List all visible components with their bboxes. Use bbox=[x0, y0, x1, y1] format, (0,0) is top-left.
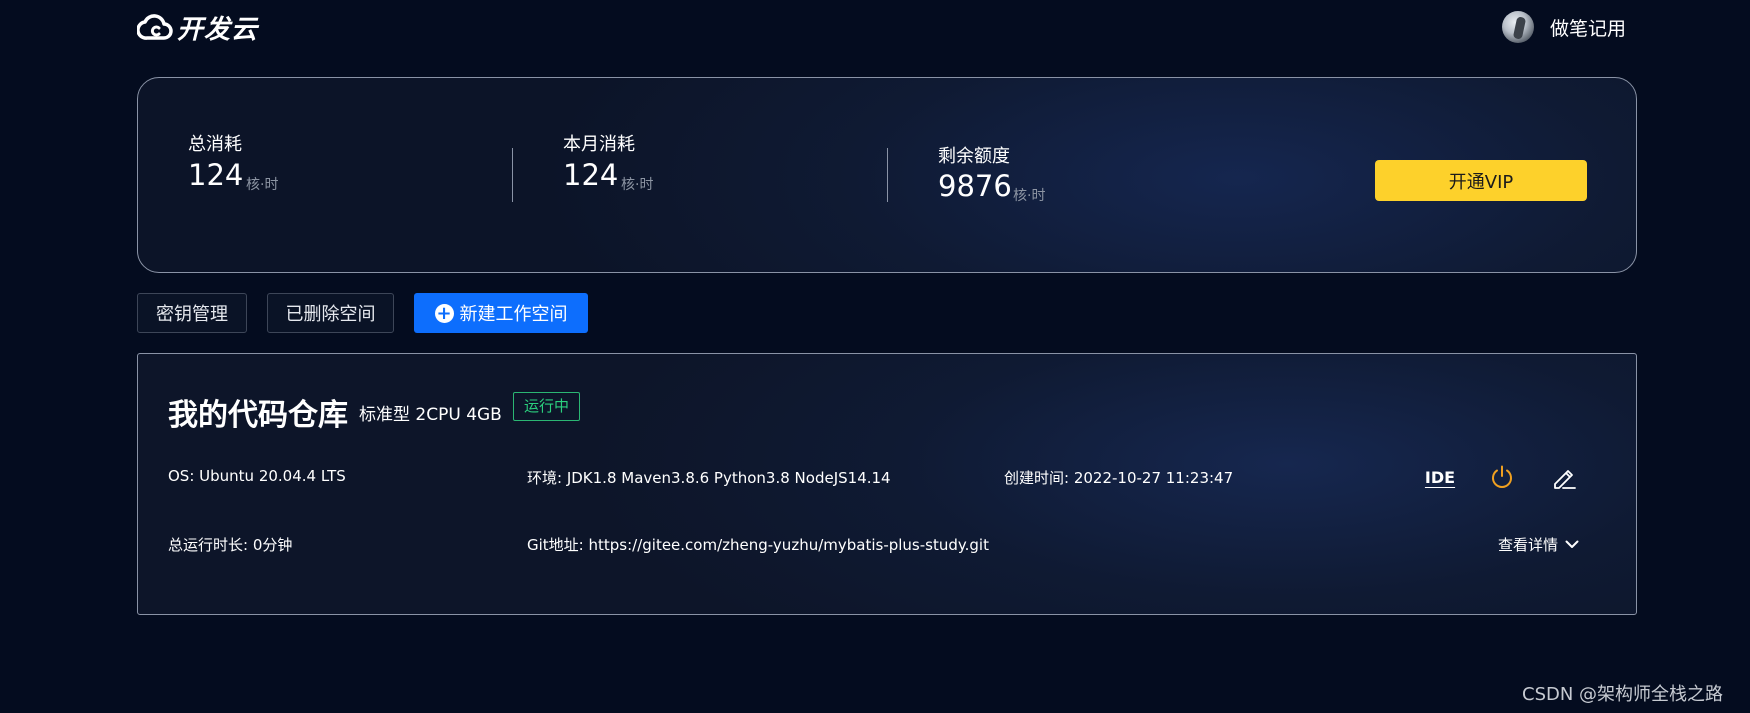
workspace-created-time: 创建时间: 2022-10-27 11:23:47 bbox=[1004, 469, 1234, 487]
new-workspace-label: 新建工作空间 bbox=[459, 304, 568, 325]
stat-value: 9876 bbox=[938, 169, 1012, 203]
divider bbox=[887, 148, 888, 202]
stat-month-consumption: 本月消耗 124 核·时 bbox=[563, 78, 863, 274]
stat-remaining-quota: 剩余额度 9876 核·时 bbox=[938, 78, 1238, 274]
user-menu[interactable]: 做笔记用 bbox=[1502, 11, 1626, 43]
stat-label: 剩余额度 bbox=[938, 146, 1010, 167]
stat-unit: 核·时 bbox=[1013, 188, 1046, 204]
new-workspace-button[interactable]: + 新建工作空间 bbox=[414, 293, 588, 333]
workspace-os: OS: Ubuntu 20.04.4 LTS bbox=[168, 467, 346, 485]
watermark: CSDN @架构师全栈之路 bbox=[1522, 684, 1724, 705]
power-icon bbox=[1492, 465, 1512, 488]
stat-unit: 核·时 bbox=[621, 177, 654, 193]
stat-total-consumption: 总消耗 124 核·时 bbox=[188, 78, 488, 274]
stat-label: 本月消耗 bbox=[563, 134, 635, 155]
workspace-name: 我的代码仓库 bbox=[168, 398, 348, 433]
open-vip-button[interactable]: 开通VIP bbox=[1375, 160, 1587, 201]
ide-button[interactable]: IDE bbox=[1425, 463, 1455, 491]
user-name: 做笔记用 bbox=[1550, 17, 1627, 40]
stat-value: 124 bbox=[563, 158, 619, 192]
view-details-label: 查看详情 bbox=[1498, 535, 1559, 554]
avatar[interactable] bbox=[1502, 11, 1534, 43]
workspace-card: 我的代码仓库 标准型 2CPU 4GB 运行中 OS: Ubuntu 20.04… bbox=[137, 353, 1637, 615]
deleted-spaces-button[interactable]: 已删除空间 bbox=[267, 293, 394, 333]
power-button[interactable] bbox=[1488, 463, 1516, 491]
page: 开发云 做笔记用 总消耗 124 核·时 本月消耗 124 核·时 剩余额度 9… bbox=[0, 0, 1750, 713]
view-details-link[interactable]: 查看详情 bbox=[1498, 532, 1580, 556]
stat-label: 总消耗 bbox=[188, 134, 242, 155]
stat-unit: 核·时 bbox=[246, 177, 279, 193]
cloud-icon bbox=[137, 14, 173, 40]
workspace-env: 环境: JDK1.8 Maven3.8.6 Python3.8 NodeJS14… bbox=[527, 469, 891, 487]
workspace-runtime: 总运行时长: 0分钟 bbox=[168, 536, 293, 554]
plus-circle-icon: + bbox=[434, 302, 454, 324]
key-management-button[interactable]: 密钥管理 bbox=[137, 293, 247, 333]
status-badge: 运行中 bbox=[513, 392, 581, 421]
chevron-down-icon bbox=[1565, 540, 1579, 548]
divider bbox=[512, 148, 513, 202]
logo[interactable]: 开发云 bbox=[137, 10, 259, 45]
logo-text: 开发云 bbox=[177, 14, 259, 45]
usage-stats-card: 总消耗 124 核·时 本月消耗 124 核·时 剩余额度 9876 核·时 开… bbox=[137, 77, 1637, 273]
workspace-spec: 标准型 2CPU 4GB bbox=[359, 405, 502, 425]
workspace-git-url[interactable]: Git地址: https://gitee.com/zheng-yuzhu/myb… bbox=[527, 534, 989, 555]
header: 开发云 做笔记用 bbox=[0, 0, 1750, 54]
edit-button[interactable] bbox=[1550, 463, 1578, 491]
stat-value: 124 bbox=[188, 158, 244, 192]
edit-icon bbox=[1554, 470, 1576, 489]
